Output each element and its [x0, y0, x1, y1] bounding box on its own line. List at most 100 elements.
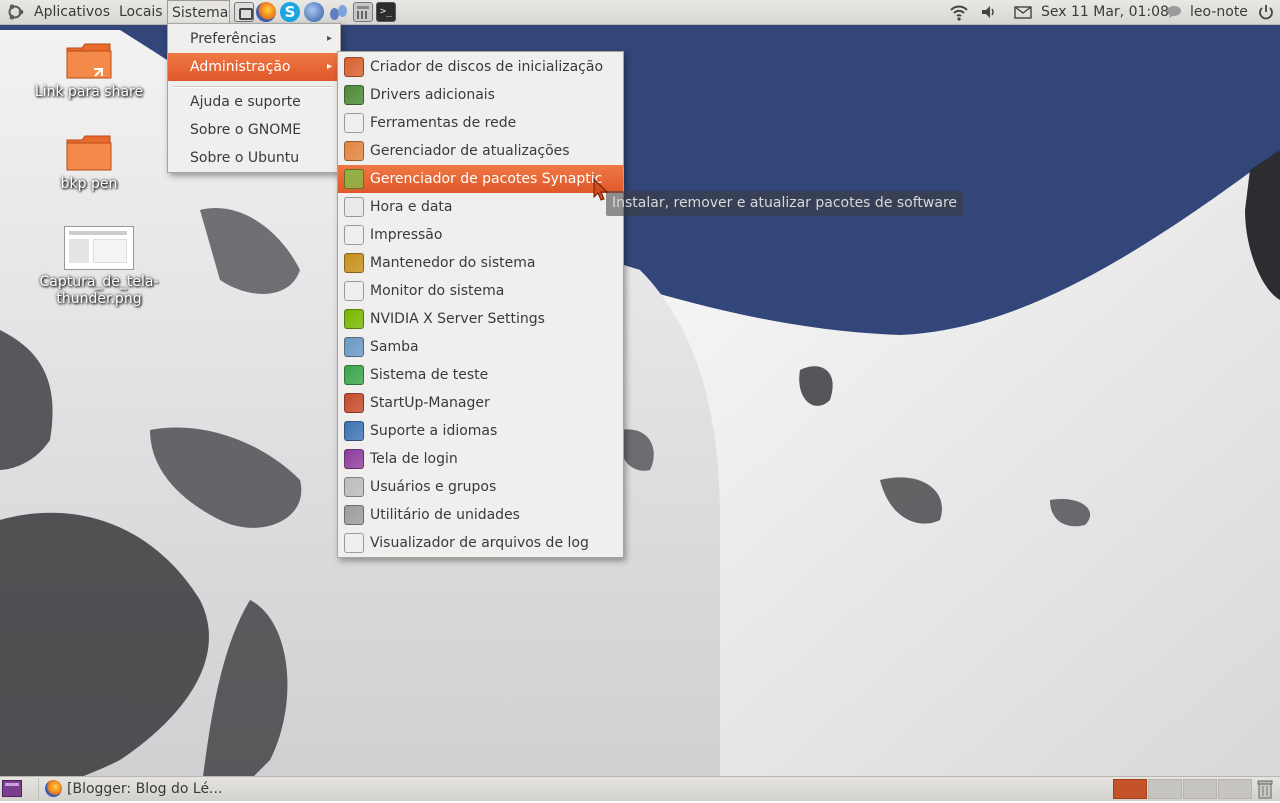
submenu-arrow-icon: ▸ [326, 61, 332, 72]
firefox-launcher-icon[interactable] [256, 2, 276, 22]
samba-icon [344, 337, 364, 357]
login-screen-icon [344, 449, 364, 469]
menu-item-label: StartUp-Manager [370, 395, 490, 411]
menu-item-printer[interactable]: Impressão [338, 221, 623, 249]
menu-item-label: Sobre o GNOME [190, 122, 302, 138]
menu-item-broom[interactable]: Mantenedor do sistema [338, 249, 623, 277]
administracao-submenu: Criador de discos de inicialização Driver… [337, 51, 624, 558]
folder-link-icon [66, 42, 112, 80]
menu-item-disk-utility[interactable]: Utilitário de unidades [338, 501, 623, 529]
menu-item-drivers[interactable]: Drivers adicionais [338, 81, 623, 109]
desktop-icon-label: Link para share [34, 84, 144, 100]
thunderbird-launcher-icon[interactable] [304, 2, 324, 22]
nvidia-icon [344, 309, 364, 329]
menu-item-preferencias[interactable]: Preferências ▸ [168, 25, 340, 53]
menu-item-system-monitor[interactable]: Monitor do sistema [338, 277, 623, 305]
menu-item-checkbox[interactable]: Sistema de teste [338, 361, 623, 389]
menu-item-administracao[interactable]: Administração ▸ [168, 53, 340, 81]
wifi-icon[interactable] [949, 2, 969, 22]
ubuntu-logo-icon[interactable] [6, 3, 24, 21]
menu-item-sobre-gnome[interactable]: Sobre o GNOME [168, 116, 340, 144]
log-viewer-icon [344, 533, 364, 553]
menu-item-label: Gerenciador de atualizações [370, 143, 570, 159]
menu-item-label: Usuários e grupos [370, 479, 497, 495]
pidgin-launcher-icon[interactable] [328, 2, 348, 22]
volume-icon[interactable] [979, 2, 999, 22]
tooltip: Instalar, remover e atualizar pacotes de… [606, 191, 964, 216]
menu-item-login-screen[interactable]: Tela de login [338, 445, 623, 473]
menu-item-users[interactable]: Usuários e grupos [338, 473, 623, 501]
menu-item-label: Criador de discos de inicialização [370, 59, 604, 75]
menu-item-label: Sistema de teste [370, 367, 489, 383]
menu-item-calendar-clock[interactable]: Hora e data [338, 193, 623, 221]
menu-item-sobre-ubuntu[interactable]: Sobre o Ubuntu [168, 144, 340, 172]
menu-item-label: Visualizador de arquivos de log [370, 535, 589, 551]
show-desktop-icon[interactable] [2, 780, 22, 797]
sistema-menu: Preferências ▸ Administração ▸ Ajuda e s… [167, 23, 341, 173]
menu-item-label: Monitor do sistema [370, 283, 505, 299]
network-tools-icon [344, 113, 364, 133]
mail-icon[interactable] [1013, 2, 1033, 22]
menu-item-nvidia[interactable]: NVIDIA X Server Settings [338, 305, 623, 333]
menu-item-label: NVIDIA X Server Settings [370, 311, 545, 327]
workspace-1[interactable] [1113, 779, 1147, 799]
firefox-icon [45, 780, 62, 797]
wrench-icon [344, 393, 364, 413]
user-name[interactable]: leo-note [1190, 0, 1248, 24]
menu-item-samba[interactable]: Samba [338, 333, 623, 361]
folder-icon [66, 134, 112, 172]
update-manager-icon [344, 141, 364, 161]
menu-item-label: Sobre o Ubuntu [190, 150, 300, 166]
users-icon [344, 477, 364, 497]
menu-item-network-tools[interactable]: Ferramentas de rede [338, 109, 623, 137]
taskbar-window-button[interactable]: [Blogger: Blog do Lé... [38, 778, 231, 800]
menu-item-label: Samba [370, 339, 419, 355]
menu-item-update-manager[interactable]: Gerenciador de atualizações [338, 137, 623, 165]
screenshot-launcher-icon[interactable] [234, 2, 254, 22]
workspace-3[interactable] [1183, 779, 1217, 799]
menu-item-log-viewer[interactable]: Visualizador de arquivos de log [338, 529, 623, 557]
desktop-icon-bkp-pen[interactable]: bkp pen [29, 134, 149, 192]
desktop-icon-label: bkp pen [60, 176, 118, 192]
synaptic-icon [344, 169, 364, 189]
power-icon[interactable] [1256, 2, 1276, 22]
menu-item-label: Preferências [190, 31, 277, 47]
menu-item-label: Tela de login [370, 451, 458, 467]
taskbar-window-title: [Blogger: Blog do Lé... [67, 781, 223, 797]
menu-item-synaptic[interactable]: Gerenciador de pacotes Synaptic [338, 165, 623, 193]
menu-aplicativos[interactable]: Aplicativos [34, 0, 110, 24]
desktop-icon-label: Captura_de_tela-thunder.png [39, 274, 159, 307]
menu-item-language[interactable]: Suporte a idiomas [338, 417, 623, 445]
workspace-2[interactable] [1148, 779, 1182, 799]
menu-item-label: Ferramentas de rede [370, 115, 517, 131]
menu-item-label: Mantenedor do sistema [370, 255, 536, 271]
menu-item-label: Drivers adicionais [370, 87, 495, 103]
terminal-launcher-icon[interactable]: >_ [376, 2, 396, 22]
menu-locais[interactable]: Locais [119, 0, 163, 24]
printer-icon [344, 225, 364, 245]
image-thumbnail-icon [64, 226, 134, 270]
checkbox-icon [344, 365, 364, 385]
menu-item-label: Ajuda e suporte [190, 94, 301, 110]
menu-item-wrench[interactable]: StartUp-Manager [338, 389, 623, 417]
menu-sistema[interactable]: Sistema [167, 0, 230, 24]
skype-launcher-icon[interactable]: S [280, 2, 300, 22]
chat-status-icon[interactable] [1164, 2, 1184, 22]
menu-item-label: Suporte a idiomas [370, 423, 498, 439]
drivers-icon [344, 85, 364, 105]
calculator-launcher-icon[interactable] [353, 2, 373, 22]
broom-icon [344, 253, 364, 273]
desktop-icon-screenshot[interactable]: Captura_de_tela-thunder.png [39, 226, 159, 308]
workspace-4[interactable] [1218, 779, 1252, 799]
mouse-cursor-icon [593, 178, 609, 201]
trash-icon[interactable] [1256, 779, 1274, 799]
menu-item-label: Gerenciador de pacotes Synaptic [370, 171, 603, 187]
clock[interactable]: Sex 11 Mar, 01:08 [1041, 0, 1169, 24]
menu-item-label: Administração [190, 59, 291, 75]
menu-item-startup-disk[interactable]: Criador de discos de inicialização [338, 53, 623, 81]
menu-item-ajuda-e-suporte[interactable]: Ajuda e suporte [168, 88, 340, 116]
bottom-panel: [Blogger: Blog do Lé... [0, 776, 1280, 801]
menu-item-label: Hora e data [370, 199, 453, 215]
desktop-icon-link-para-share[interactable]: Link para share [29, 42, 149, 100]
top-panel: Aplicativos Locais Sistema S >_ Sex 11 M… [0, 0, 1280, 25]
